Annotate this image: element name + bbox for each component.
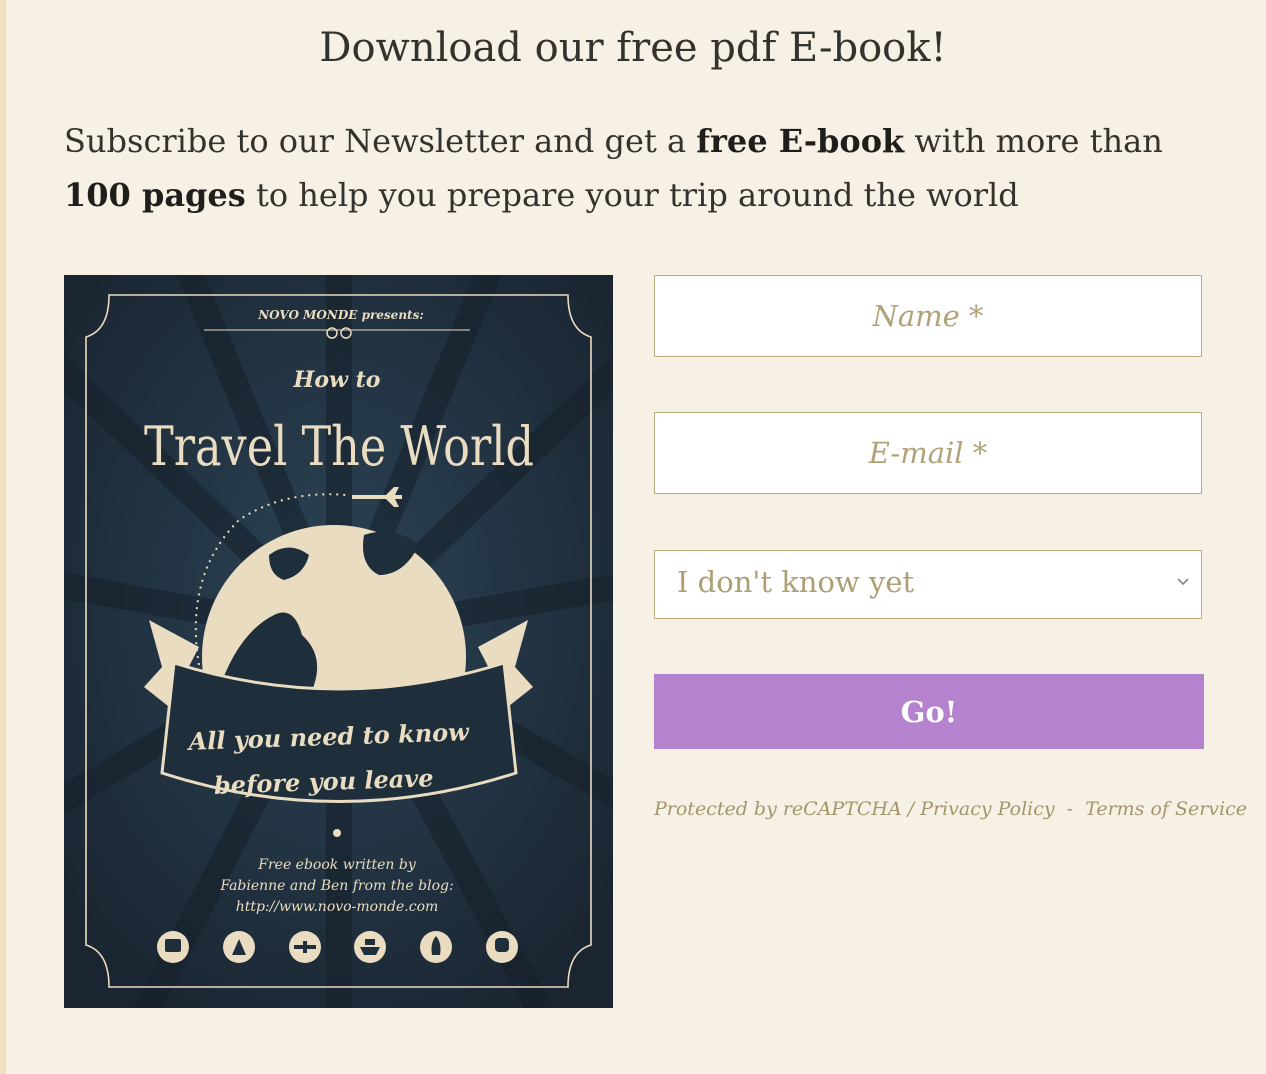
cover-how-to-text: How to [293, 367, 381, 393]
intro-part-2: with more than [904, 122, 1163, 160]
intro-part-3: to help you prepare your trip around the… [245, 176, 1019, 214]
cover-presents-text: NOVO MONDE presents: [257, 308, 424, 322]
bus-icon [157, 931, 189, 963]
cover-credit-line-3: http://www.novo-monde.com [236, 899, 439, 915]
chevron-down-icon [1177, 578, 1189, 586]
email-field[interactable] [654, 412, 1202, 494]
recaptcha-legal-text: Protected by reCAPTCHA / Privacy Policy … [654, 798, 1247, 820]
travel-plan-select[interactable]: I don't know yet [654, 550, 1202, 619]
rocket-icon [420, 931, 452, 963]
intro-bold-100-pages: 100 pages [64, 176, 246, 214]
cover-credit-line-1: Free ebook written by [257, 857, 417, 873]
terms-of-service-link[interactable]: Terms of Service [1085, 798, 1247, 820]
cover-small-ornament-icon [333, 829, 341, 837]
cover-credit-line-2: Fabienne and Ben from the blog: [219, 878, 453, 894]
intro-bold-free-ebook: free E-book [696, 122, 905, 160]
select-selected-value: I don't know yet [677, 565, 915, 599]
ebook-cover-image: NOVO MONDE presents: How to Travel The W… [64, 275, 613, 1008]
cover-title-text: Travel The World [144, 415, 534, 478]
intro-part-1: Subscribe to our Newsletter and get a [64, 122, 697, 160]
name-field[interactable] [654, 275, 1202, 357]
recaptcha-protected-text: Protected by reCAPTCHA / [654, 798, 915, 820]
submit-button[interactable]: Go! [654, 674, 1204, 749]
legal-separator: - [1066, 798, 1074, 820]
scooter-icon [223, 931, 255, 963]
train-icon [486, 931, 518, 963]
left-edge-strip [0, 0, 6, 1074]
intro-text: Subscribe to our Newsletter and get a fr… [64, 114, 1174, 222]
page-title: Download our free pdf E-book! [319, 25, 947, 71]
plane-icon [289, 931, 321, 963]
ship-icon [354, 931, 386, 963]
privacy-policy-link[interactable]: Privacy Policy [920, 798, 1054, 820]
ebook-cover-art: NOVO MONDE presents: How to Travel The W… [64, 275, 613, 1008]
